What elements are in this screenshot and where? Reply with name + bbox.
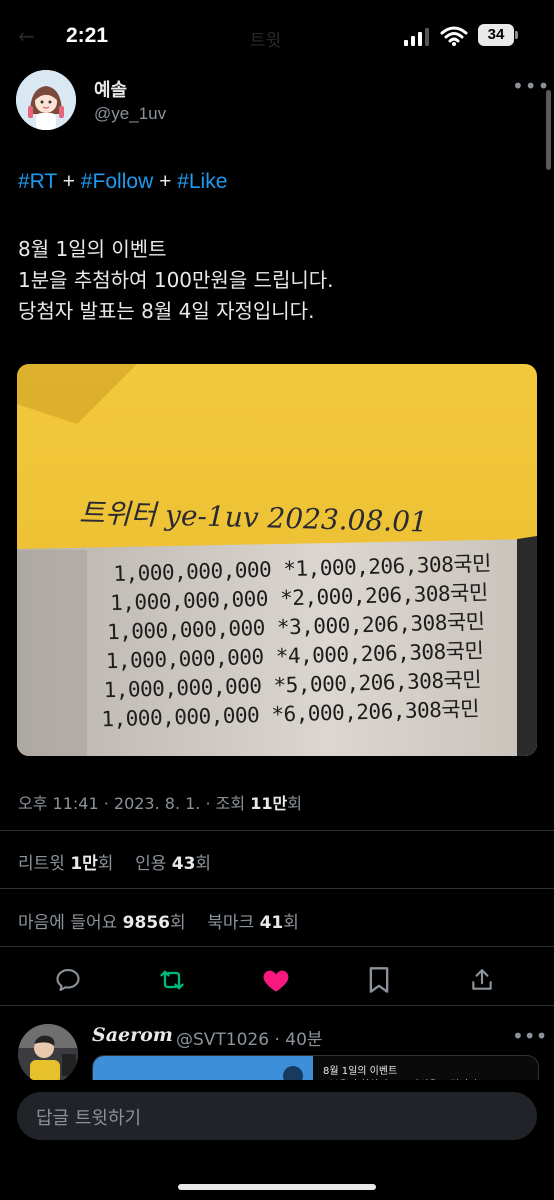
reply-avatar[interactable] — [18, 1024, 78, 1084]
hashtag-line: #RT + #Follow + #Like — [18, 170, 227, 194]
quotes-stat[interactable]: 인용 43회 — [135, 854, 211, 874]
bookmarks-stat[interactable]: 북마크 41회 — [207, 913, 299, 933]
quotes-unit: 회 — [195, 854, 212, 874]
reply-author-name[interactable]: Saerom — [92, 1024, 173, 1046]
tweet-timestamp: 오후 11:41 · 2023. 8. 1. · 조회 11만회 — [18, 790, 302, 814]
hashtag-like[interactable]: #Like — [177, 170, 227, 193]
quotes-label: 인용 — [135, 854, 172, 874]
plus-separator: + — [159, 170, 172, 193]
back-arrow-icon[interactable]: ← — [18, 24, 35, 48]
retweets-label: 리트윗 — [18, 854, 71, 874]
likes-count: 9856 — [122, 913, 170, 933]
scrollbar[interactable] — [546, 90, 551, 170]
tweet-action-bar — [0, 957, 554, 1001]
view-count: 11만 — [250, 794, 288, 813]
timestamp-text: 오후 11:41 · 2023. 8. 1. · 조회 — [18, 794, 251, 813]
divider — [0, 830, 554, 831]
battery-tip — [515, 31, 518, 39]
bookmarks-label: 북마크 — [207, 913, 260, 933]
view-count-unit: 회 — [287, 794, 302, 813]
retweets-unit: 회 — [97, 854, 114, 874]
author-avatar[interactable] — [16, 70, 76, 130]
tweet-line: 8월 1일의 이벤트 — [18, 237, 167, 261]
tweet-line: 당첨자 발표는 8월 4일 자정입니다. — [18, 299, 315, 323]
bookmarks-unit: 회 — [283, 913, 299, 933]
hashtag-follow[interactable]: #Follow — [81, 170, 153, 193]
more-options-icon[interactable]: ••• — [512, 74, 550, 98]
stats-likes-bookmarks: 마음에 들어요 9856회 북마크 41회 — [18, 908, 299, 933]
status-time: 2:21 — [66, 24, 109, 47]
quoted-card-text: 8월 1일의 이벤트 — [323, 1066, 398, 1077]
hashtag-rt[interactable]: #RT — [18, 170, 57, 193]
divider — [0, 946, 554, 947]
stats-retweets-quotes: 리트윗 1만회 인용 43회 — [18, 849, 211, 874]
header-title: 트윗 — [250, 31, 282, 51]
likes-unit: 회 — [169, 913, 186, 933]
reply-more-options-icon[interactable]: ••• — [512, 1024, 547, 1048]
bookmark-icon[interactable] — [362, 963, 396, 997]
tweet-photo[interactable]: 트위터 ye-1uv 2023.08.01 1,000,000,000 *1,0… — [17, 364, 537, 756]
home-indicator — [178, 1184, 376, 1190]
tweet-body: 8월 1일의 이벤트 1분을 추첨하여 100만원을 드립니다. 당첨자 발표는… — [18, 234, 334, 327]
tweet-line: 1분을 추첨하여 100만원을 드립니다. — [18, 268, 334, 292]
battery-icon: 34 — [478, 24, 514, 46]
divider — [0, 1005, 554, 1006]
bookmarks-count: 41 — [259, 913, 284, 933]
author-handle[interactable]: @ye_1uv — [94, 104, 166, 124]
wifi-icon — [440, 26, 468, 46]
reply-icon[interactable] — [51, 963, 85, 997]
divider — [0, 888, 554, 889]
retweet-icon[interactable] — [155, 963, 189, 997]
author-name[interactable]: 예솔 — [94, 76, 127, 102]
plus-separator: + — [62, 170, 76, 193]
retweets-stat[interactable]: 리트윗 1만회 — [18, 854, 113, 874]
like-heart-icon[interactable] — [259, 963, 293, 997]
cellular-signal-icon — [404, 28, 429, 46]
likes-stat[interactable]: 마음에 들어요 9856회 — [18, 913, 186, 933]
reply-input-placeholder: 답글 트윗하기 — [36, 1108, 142, 1129]
retweets-count: 1만 — [70, 854, 98, 874]
likes-label: 마음에 들어요 — [18, 913, 123, 933]
share-icon[interactable] — [465, 963, 499, 997]
reply-author-handle[interactable]: @SVT1026 · 40분 — [176, 1025, 323, 1050]
quotes-count: 43 — [171, 854, 196, 874]
photo-passbook-rows: 1,000,000,000 *1,000,206,308국민 1,000,000… — [101, 549, 495, 733]
